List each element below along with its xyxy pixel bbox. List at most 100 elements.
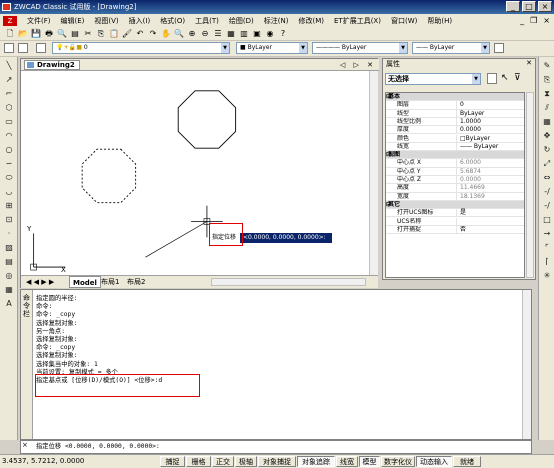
zoom-realtime-icon[interactable]: 🔍 (173, 28, 185, 40)
menu-item-11[interactable]: 帮助(H) (422, 16, 457, 26)
command-input[interactable]: 指定位移 <0.0000, 0.0000, 0.0000>: (20, 440, 532, 454)
move-icon[interactable]: ✥ (542, 131, 552, 141)
command-scrollbar[interactable] (522, 290, 531, 439)
menu-item-2[interactable]: 视图(V) (89, 16, 123, 26)
erase-icon[interactable]: ✎ (542, 61, 552, 71)
zoom-window-icon[interactable]: ⊕ (186, 28, 198, 40)
doc-minimize-icon[interactable]: _ (520, 14, 524, 27)
zoom-prev-icon[interactable]: ⊖ (199, 28, 211, 40)
property-row[interactable]: 颜色 □ByLayer (386, 134, 524, 143)
gradient-icon[interactable]: ▤ (4, 257, 14, 267)
status-toggle-4[interactable]: 对象捕捉 (258, 456, 296, 467)
match-prop-icon[interactable]: 🖌 (121, 28, 133, 40)
explode-icon[interactable]: ✳ (542, 271, 552, 281)
region-icon[interactable]: ◎ (4, 271, 14, 281)
menu-item-4[interactable]: 格式(O) (155, 16, 190, 26)
properties-icon[interactable]: ☰ (212, 28, 224, 40)
pan-icon[interactable]: ✋ (160, 28, 172, 40)
toggle-pickadd-icon[interactable] (487, 73, 497, 84)
tab-controls[interactable]: ◁ ▷ ✕ (340, 59, 376, 71)
rectangle-icon[interactable]: ▭ (4, 117, 14, 127)
layer-previous-icon[interactable] (36, 43, 46, 53)
close-icon[interactable]: × (538, 1, 552, 12)
property-row[interactable]: ⊟ 视图 (386, 151, 524, 160)
array-icon[interactable]: ▦ (542, 117, 552, 127)
join-icon[interactable]: → (542, 229, 552, 239)
status-toggle-10[interactable]: 就绪 (453, 456, 481, 467)
panel-close-icon[interactable]: ✕ (526, 59, 532, 67)
property-row[interactable]: UCS名称 (386, 217, 524, 226)
new-file-icon[interactable]: 🗋 (4, 28, 16, 40)
block-insert-icon[interactable]: ⊞ (4, 201, 14, 211)
menu-item-7[interactable]: 标注(N) (259, 16, 294, 26)
property-row[interactable]: 线型比例 1.0000 (386, 117, 524, 127)
break-icon[interactable]: □ (542, 215, 552, 225)
property-row[interactable]: 高度 11.4669 (386, 184, 524, 193)
tool-palette-icon[interactable]: ▥ (238, 28, 250, 40)
print-icon[interactable]: 🖶 (43, 28, 55, 40)
extend-icon[interactable]: -/ (542, 201, 552, 211)
ray-icon[interactable]: ↗ (4, 75, 14, 85)
color-combo[interactable]: ■ ByLayer ▼ (236, 42, 308, 54)
status-toggle-1[interactable]: 栅格 (186, 456, 211, 467)
line-icon[interactable]: ╲ (4, 61, 14, 71)
chamfer-icon[interactable]: ⌜ (542, 243, 552, 253)
properties-scrollbar[interactable] (526, 92, 534, 278)
property-row[interactable]: 中心点 X 6.0000 (386, 159, 524, 168)
doc-close-icon[interactable]: × (543, 14, 550, 27)
property-row[interactable]: 厚度 0.0000 (386, 126, 524, 135)
mtext-icon[interactable]: A (4, 299, 14, 309)
block-make-icon[interactable]: ⊡ (4, 215, 14, 225)
octagon-dotted[interactable] (81, 148, 137, 204)
point-icon[interactable]: · (4, 229, 14, 239)
layer-combo[interactable]: 💡☀🔓■ 0 ▼ (52, 42, 230, 54)
linetype-combo[interactable]: ———— ByLayer ▼ (312, 42, 408, 54)
scale-icon[interactable]: ⤢ (542, 159, 552, 169)
octagon-solid[interactable] (177, 90, 237, 149)
layer-manager-icon[interactable] (4, 43, 14, 53)
plot-style-icon[interactable] (494, 43, 504, 53)
tab-layout1[interactable]: 布局1 (98, 276, 122, 288)
ellipse-icon[interactable]: ⬭ (4, 173, 14, 183)
offset-icon[interactable]: ⫽ (542, 103, 552, 113)
status-toggle-8[interactable]: 数字化仪 (381, 456, 415, 467)
status-toggle-0[interactable]: 捕捉 (160, 456, 185, 467)
maximize-icon[interactable]: □ (522, 1, 536, 12)
undo-icon[interactable]: ↶ (134, 28, 146, 40)
minimize-icon[interactable]: _ (506, 1, 520, 12)
fillet-icon[interactable]: ⌈ (542, 257, 552, 267)
publish-icon[interactable]: ▤ (69, 28, 81, 40)
calc-icon[interactable]: ▣ (251, 28, 263, 40)
vertical-scrollbar[interactable] (369, 71, 378, 276)
qnew-icon[interactable]: ◉ (264, 28, 276, 40)
paste-icon[interactable]: 📋 (108, 28, 120, 40)
property-row[interactable]: ⊟ 基本 (386, 93, 524, 102)
save-icon[interactable]: 💾 (30, 28, 42, 40)
mirror-icon[interactable]: ⧗ (542, 89, 552, 99)
drawing-tab[interactable]: Drawing2 (24, 60, 80, 70)
property-row[interactable]: 图层 0 (386, 101, 524, 110)
menu-item-9[interactable]: ET扩展工具(X) (329, 16, 386, 26)
spline-icon[interactable]: ∽ (4, 159, 14, 169)
property-row[interactable]: ⊟ 其它 (386, 200, 524, 210)
copy-icon[interactable]: ⎘ (542, 75, 552, 85)
status-toggle-2[interactable]: 正交 (212, 456, 234, 467)
menu-item-3[interactable]: 插入(I) (124, 16, 156, 26)
hatch-icon[interactable]: ▨ (4, 243, 14, 253)
status-toggle-9[interactable]: 动态输入 (416, 456, 452, 467)
print-preview-icon[interactable]: 🔍 (56, 28, 68, 40)
arc-icon[interactable]: ◠ (4, 131, 14, 141)
layout-nav[interactable]: ◀ ◀ ▶ ▶ (23, 276, 57, 288)
select-objects-icon[interactable]: ↖ (501, 73, 509, 83)
rotate-icon[interactable]: ↻ (542, 145, 552, 155)
horizontal-scrollbar[interactable] (211, 278, 366, 286)
design-center-icon[interactable]: ▦ (225, 28, 237, 40)
property-row[interactable]: 线宽 —— ByLayer (386, 142, 524, 152)
polygon-icon[interactable]: ⬡ (4, 103, 14, 113)
property-row[interactable]: 打开UCS图标是 (386, 209, 524, 218)
trim-icon[interactable]: -/ (542, 187, 552, 197)
status-toggle-6[interactable]: 线宽 (336, 456, 358, 467)
polyline-icon[interactable]: ⌐ (4, 89, 14, 99)
document-menu-icon[interactable]: Z (3, 16, 17, 26)
ellipse-arc-icon[interactable]: ◡ (4, 187, 14, 197)
